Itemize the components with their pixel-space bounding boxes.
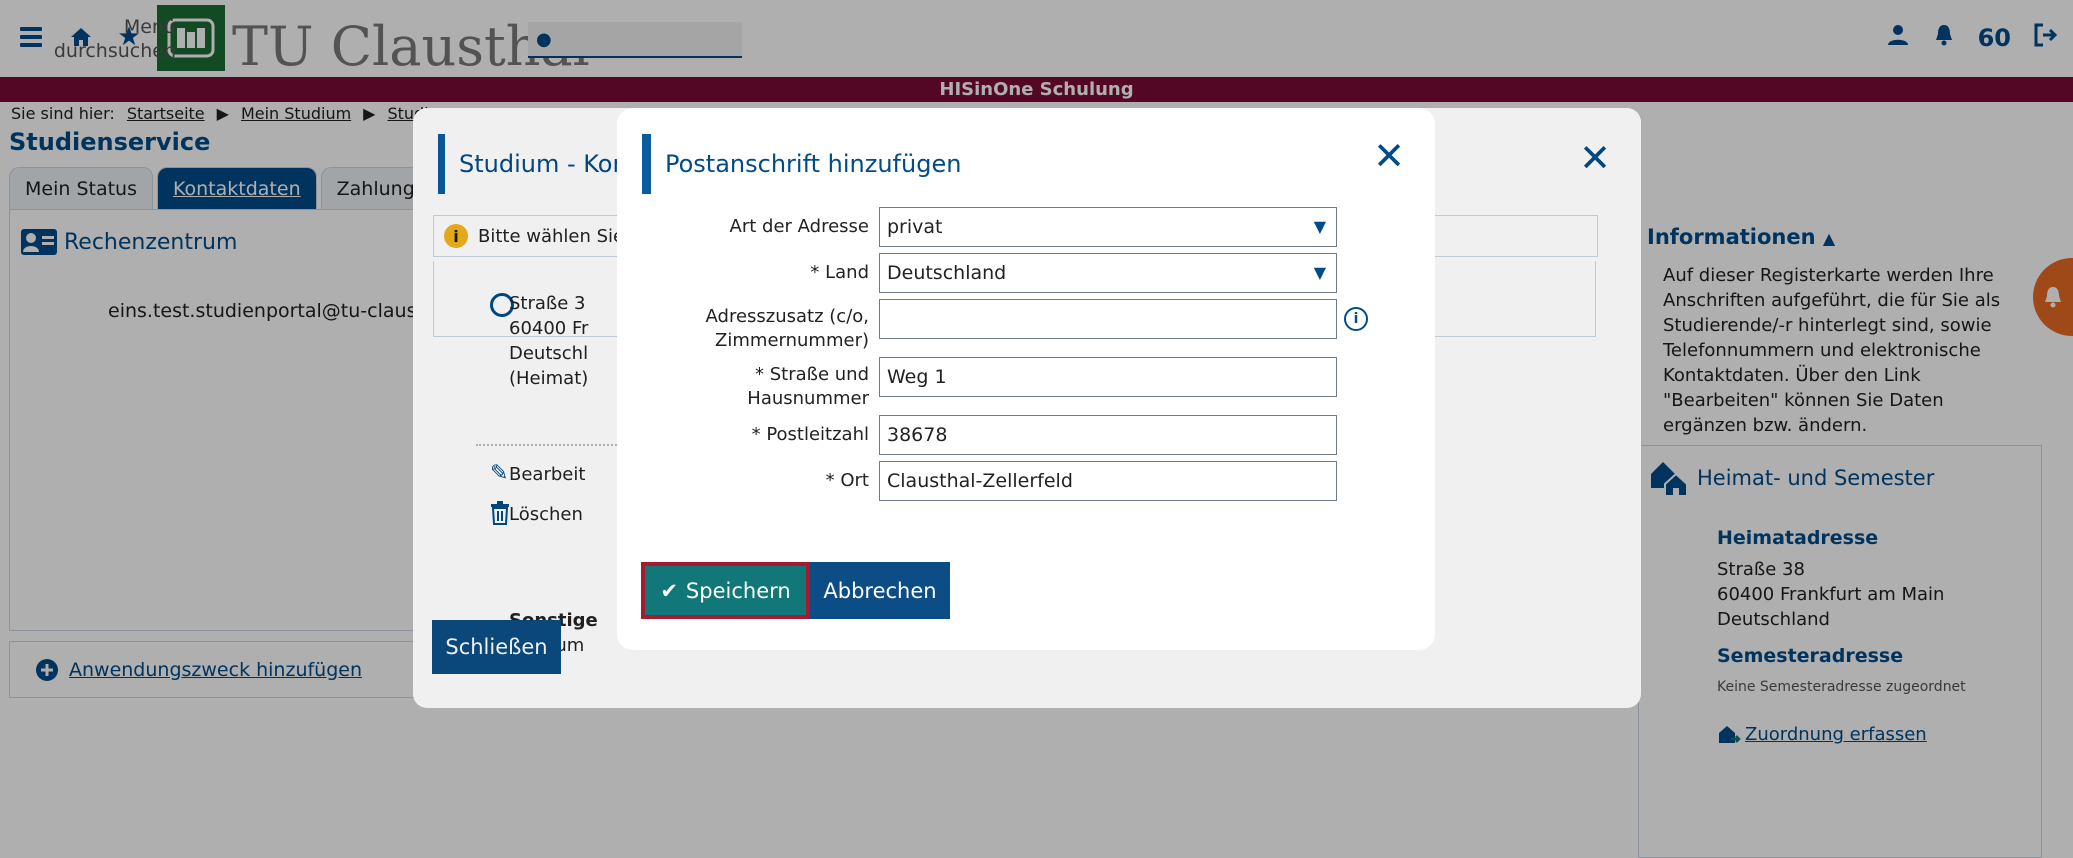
close-icon[interactable]: ✕ [1373, 134, 1405, 178]
add-postal-address-dialog: Postanschrift hinzufügen ✕ Art der Adres… [617, 108, 1435, 650]
land-label: * Land [810, 262, 869, 283]
ort-label: * Ort [825, 470, 869, 491]
zusatz-input[interactable] [879, 299, 1337, 339]
chevron-down-icon: ▼ [1313, 263, 1326, 282]
save-button[interactable]: ✔ Speichern [641, 562, 810, 619]
land-select[interactable]: Deutschland ▼ [879, 253, 1337, 293]
cancel-button[interactable]: Abbrechen [810, 562, 950, 619]
plz-label: * Postleitzahl [751, 424, 869, 445]
art-label: Art der Adresse [729, 216, 869, 237]
zusatz-label: Adresszusatz (c/o, Zimmernummer) [705, 306, 869, 351]
address-dialog-title: Postanschrift hinzufügen [642, 134, 961, 194]
art-select[interactable]: privat ▼ [879, 207, 1337, 247]
plz-input[interactable]: 38678 [879, 415, 1337, 455]
strasse-label: * Straße und Hausnummer [747, 364, 869, 409]
info-icon[interactable]: i [1344, 307, 1368, 331]
chevron-down-icon: ▼ [1313, 217, 1326, 236]
checkmark-icon: ✔ [660, 578, 678, 603]
ort-input[interactable]: Clausthal-Zellerfeld [879, 461, 1337, 501]
strasse-input[interactable]: Weg 1 [879, 357, 1337, 397]
